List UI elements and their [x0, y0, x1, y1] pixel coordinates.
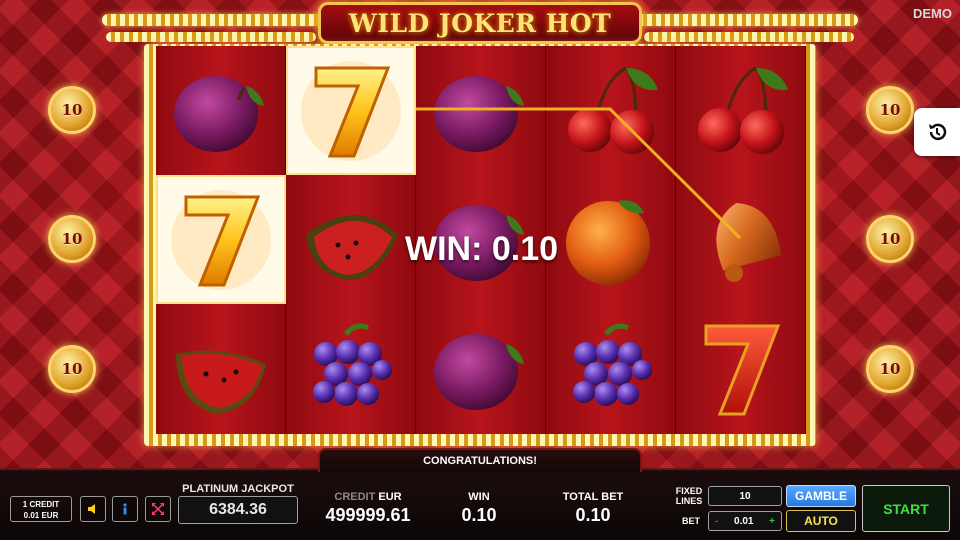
- line-coin-right-3: 10: [866, 345, 914, 393]
- line-coin-left-1: 10: [48, 86, 96, 134]
- line-coin-left-2: 10: [48, 215, 96, 263]
- line-coin-right-1: 10: [866, 86, 914, 134]
- info-icon: [123, 503, 127, 515]
- orange-icon: [566, 199, 650, 285]
- grapes-icon: [573, 323, 652, 406]
- fixed-lines-value: 10: [708, 486, 782, 506]
- jackpot-label: PLATINUM JACKPOT: [182, 483, 294, 495]
- marquee-lights-left-lower: [106, 32, 316, 42]
- credit-label: CREDIT EUR: [318, 491, 418, 503]
- reel-cell: [676, 304, 806, 433]
- jackpot-value: 6384.36: [178, 496, 298, 524]
- coin-label: 10: [879, 360, 901, 378]
- plum-icon: [434, 333, 524, 410]
- win-label: WIN: [468, 491, 490, 503]
- reel-cell-highlighted: [286, 46, 416, 175]
- sound-button[interactable]: [80, 496, 106, 522]
- fixed-lines-label: FIXED LINES: [670, 486, 708, 506]
- credit-value: 499999.61: [325, 505, 411, 525]
- credit-label-text: CREDIT: [334, 491, 376, 503]
- reel-cell: [676, 46, 806, 175]
- grapes-icon: [313, 323, 392, 406]
- fullscreen-icon: [152, 503, 164, 515]
- status-message: CONGRATULATIONS!: [318, 448, 642, 472]
- credit-value-selector[interactable]: 1 CREDIT 0.01 EUR: [10, 496, 72, 522]
- bet-increase-button[interactable]: +: [769, 516, 775, 527]
- fixed-lines-label-line2: LINES: [675, 496, 703, 506]
- line-coin-right-2: 10: [866, 215, 914, 263]
- game-logo: WILD JOKER HOT: [318, 2, 642, 44]
- total-bet-value: 0.10: [575, 505, 611, 525]
- info-button[interactable]: [112, 496, 138, 522]
- start-button[interactable]: START: [862, 485, 950, 532]
- line-coin-left-3: 10: [48, 345, 96, 393]
- marquee-lights-right-lower: [644, 32, 854, 42]
- coin-label: 10: [61, 230, 83, 248]
- reel-cell: [676, 175, 806, 304]
- reel-cell: [546, 175, 676, 304]
- plum-icon: [174, 75, 264, 152]
- auto-button[interactable]: AUTO: [786, 510, 856, 532]
- credit-label-unit: EUR: [378, 491, 402, 503]
- total-bet-label: TOTAL BET: [562, 491, 624, 503]
- reel-cell: [546, 46, 676, 175]
- bet-value: 0.01: [734, 515, 754, 527]
- reel-cell: [416, 304, 546, 433]
- history-button[interactable]: [914, 108, 960, 156]
- seven-icon: [171, 189, 271, 290]
- reel-5: [676, 46, 806, 434]
- watermelon-icon: [306, 214, 398, 280]
- demo-label: DEMO: [913, 6, 952, 21]
- cherries-icon: [568, 66, 658, 154]
- reel-cell: [286, 175, 416, 304]
- seven-icon: [301, 60, 401, 161]
- reel-cell: [156, 304, 286, 433]
- coin-label: 10: [61, 101, 83, 119]
- coin-label: 10: [61, 360, 83, 378]
- watermelon-icon: [176, 350, 266, 414]
- credit-currency-value: 0.01 EUR: [23, 511, 59, 520]
- marquee-lights-right: [638, 14, 858, 26]
- marquee-lights-left: [102, 14, 322, 26]
- bet-stepper: - 0.01 +: [708, 511, 782, 531]
- reel-2: [286, 46, 416, 434]
- credit-denomination: 1 CREDIT: [22, 500, 60, 509]
- bet-decrease-button[interactable]: -: [715, 516, 718, 527]
- reel-4: [546, 46, 676, 434]
- reel-cell: [546, 304, 676, 433]
- fixed-lines-label-line1: FIXED: [675, 486, 703, 496]
- win-value: 0.10: [461, 505, 497, 525]
- seven-icon: [704, 324, 781, 415]
- cherries-icon: [698, 66, 788, 154]
- speaker-icon: [88, 504, 95, 514]
- reel-cell-highlighted: [156, 175, 286, 304]
- reel-cell: [416, 46, 546, 175]
- coin-label: 10: [879, 230, 901, 248]
- bet-label: BET: [682, 516, 700, 526]
- plum-icon: [434, 75, 524, 152]
- win-amount-overlay: WIN: 0.10: [405, 230, 559, 268]
- fullscreen-button[interactable]: [145, 496, 171, 522]
- history-icon: [929, 123, 947, 141]
- reel-cell: [156, 46, 286, 175]
- bell-icon: [716, 202, 782, 282]
- gamble-button[interactable]: GAMBLE: [786, 485, 856, 507]
- reel-1: [156, 46, 286, 434]
- game-title: WILD JOKER HOT: [348, 8, 612, 38]
- coin-label: 10: [879, 101, 901, 119]
- reel-cell: [286, 304, 416, 433]
